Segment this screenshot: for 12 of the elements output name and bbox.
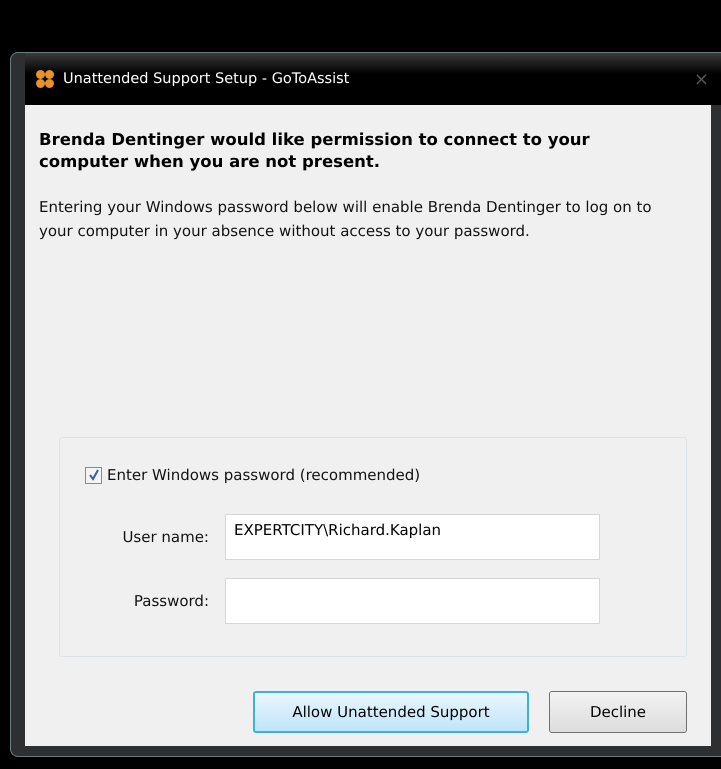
field-label: Password: <box>132 592 210 610</box>
field-label: User name: <box>121 528 210 546</box>
window-title: Unattended Support Setup - GoToAssist <box>63 71 350 87</box>
input-field[interactable]: EXPERTCITY\Richard.Kaplan <box>225 514 600 560</box>
input-field[interactable] <box>225 578 600 624</box>
permission-heading: Brenda Dentinger would like permission to connect to your computer when you are not present. <box>39 129 591 173</box>
app-logo-icon <box>35 69 55 89</box>
dialog-button[interactable]: Allow Unattended Support <box>253 691 529 733</box>
description-text: Entering your Windows password below will enable Brenda Dentinger to log on to your computer in your absence without access to your password. <box>39 197 653 242</box>
checkbox-label: Enter Windows password (recommended) <box>107 466 420 484</box>
dialog-button[interactable]: Decline <box>549 691 687 733</box>
checkbox[interactable] <box>85 466 102 484</box>
